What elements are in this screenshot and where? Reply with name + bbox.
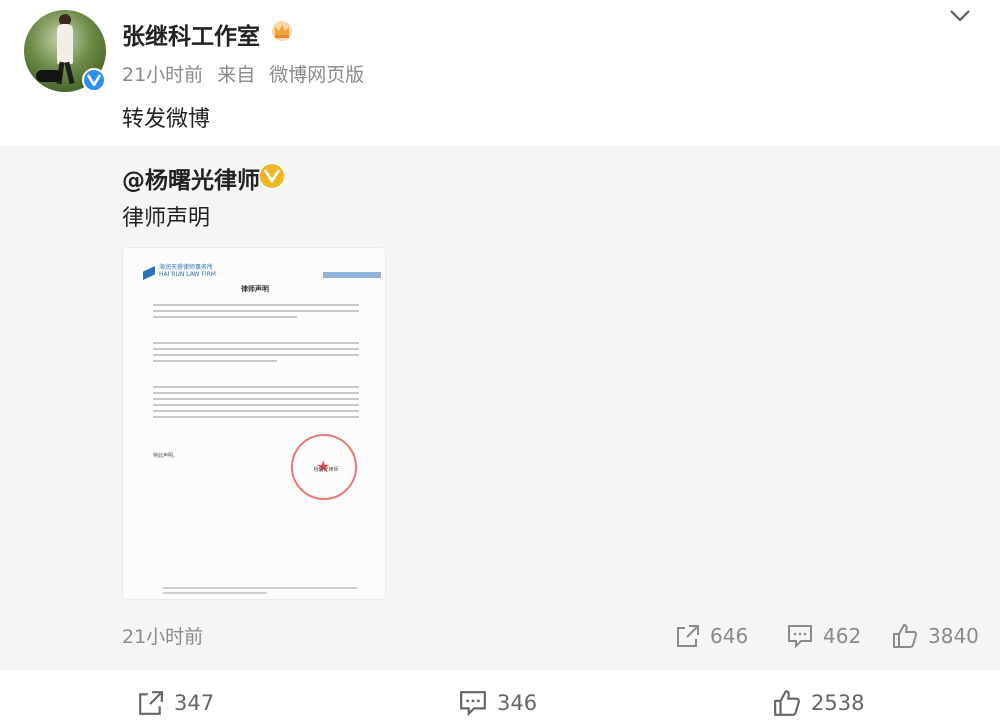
original-repost-button[interactable]: 646: [676, 622, 748, 650]
crown-icon: [272, 21, 292, 41]
document-signature: 杨曙光律师: [313, 467, 339, 473]
verified-gold-icon: [260, 164, 284, 188]
share-icon: [677, 625, 699, 647]
share-icon: [139, 691, 163, 715]
post-header: 张继科工作室 21小时前 来自 微博网页版 转发微博: [0, 0, 1000, 145]
original-like-count: 3840: [928, 624, 979, 648]
original-author-name[interactable]: @杨曙光律师: [122, 161, 260, 195]
comment-count: 346: [497, 691, 538, 715]
comment-button[interactable]: 346: [459, 689, 537, 717]
document-firm: 海润天睿律师事务所: [159, 264, 214, 271]
document-closing: 特此声明。: [153, 453, 179, 459]
repost-button[interactable]: 347: [138, 689, 214, 717]
original-text: 律师声明: [122, 206, 211, 231]
thumbs-up-icon: [893, 624, 917, 648]
document-firm-en: HAI RUN LAW FIRM: [159, 271, 216, 278]
original-time[interactable]: 21小时前: [122, 622, 203, 649]
comment-icon: [460, 691, 486, 716]
verified-blue-icon: [82, 68, 106, 92]
thumbs-up-icon: [774, 690, 800, 716]
like-count: 2538: [811, 691, 865, 715]
original-comment-count: 462: [823, 624, 862, 648]
original-comment-button[interactable]: 462: [787, 622, 861, 650]
document-title: 律师声明: [241, 285, 269, 293]
post-footer: 347 346 2538: [0, 671, 1000, 726]
original-like-button[interactable]: 3840: [892, 622, 979, 650]
post-author-name[interactable]: 张继科工作室: [122, 17, 260, 51]
document-body: [153, 300, 359, 321]
post-meta: 21小时前 来自 微博网页版: [122, 60, 372, 87]
repost-footer: 21小时前 646 462 3840: [0, 622, 1000, 652]
source-prefix: 来自: [217, 64, 256, 86]
firm-logo-icon: [143, 266, 155, 280]
chevron-down-icon[interactable]: [948, 6, 972, 26]
like-button[interactable]: 2538: [773, 689, 864, 717]
document-letterhead: 海润天睿律师事务所 HAI RUN LAW FIRM: [123, 260, 385, 280]
post-time[interactable]: 21小时前: [122, 64, 203, 86]
repost-count: 347: [174, 691, 215, 715]
comment-icon: [788, 625, 812, 648]
post-source[interactable]: 微博网页版: [269, 64, 364, 86]
post-text: 转发微博: [122, 107, 211, 132]
original-repost-count: 646: [710, 624, 749, 648]
statement-document-image[interactable]: 海润天睿律师事务所 HAI RUN LAW FIRM 律师声明 特此声明。 ★ …: [122, 247, 386, 600]
repost-card: @杨曙光律师 律师声明 海润天睿律师事务所 HAI RUN LAW FIRM 律…: [0, 146, 1000, 670]
